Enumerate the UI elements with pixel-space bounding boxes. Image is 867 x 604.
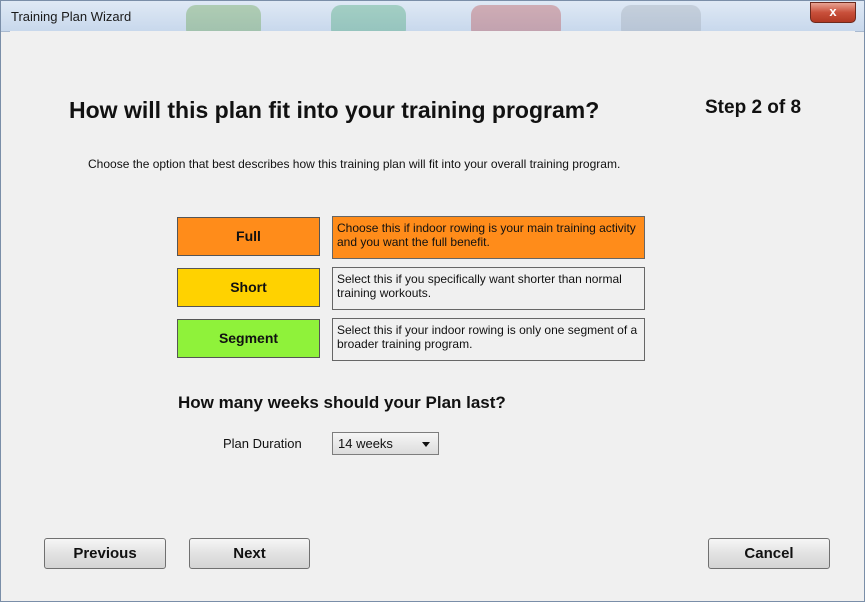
previous-button[interactable]: Previous [44,538,166,569]
wizard-window: Training Plan Wizard x How will this pla… [0,0,865,602]
title-bar[interactable]: Training Plan Wizard x [1,1,864,32]
wizard-content: How will this plan fit into your trainin… [10,31,855,596]
next-button[interactable]: Next [189,538,310,569]
segment-option-button[interactable]: Segment [177,319,320,358]
plan-duration-value: 14 weeks [338,436,393,451]
segment-option-description: Select this if your indoor rowing is onl… [332,318,645,361]
full-option-description: Choose this if indoor rowing is your mai… [332,216,645,259]
full-option-button[interactable]: Full [177,217,320,256]
cancel-button[interactable]: Cancel [708,538,830,569]
titlebar-decoration [186,5,261,31]
duration-question: How many weeks should your Plan last? [178,393,506,412]
step-indicator: Step 2 of 8 [705,97,802,118]
window-title: Training Plan Wizard [11,9,132,24]
plan-duration-label: Plan Duration [223,436,302,451]
chevron-down-icon [422,442,430,447]
titlebar-decoration [331,5,406,31]
plan-duration-select[interactable]: 14 weeks [332,432,439,455]
close-icon: x [829,4,837,19]
close-button[interactable]: x [810,2,856,23]
short-option-button[interactable]: Short [177,268,320,307]
titlebar-decoration [471,5,561,31]
page-title: How will this plan fit into your trainin… [69,97,600,123]
instruction-text: Choose the option that best describes ho… [88,157,621,171]
titlebar-decoration [621,5,701,31]
short-option-description: Select this if you specifically want sho… [332,267,645,310]
